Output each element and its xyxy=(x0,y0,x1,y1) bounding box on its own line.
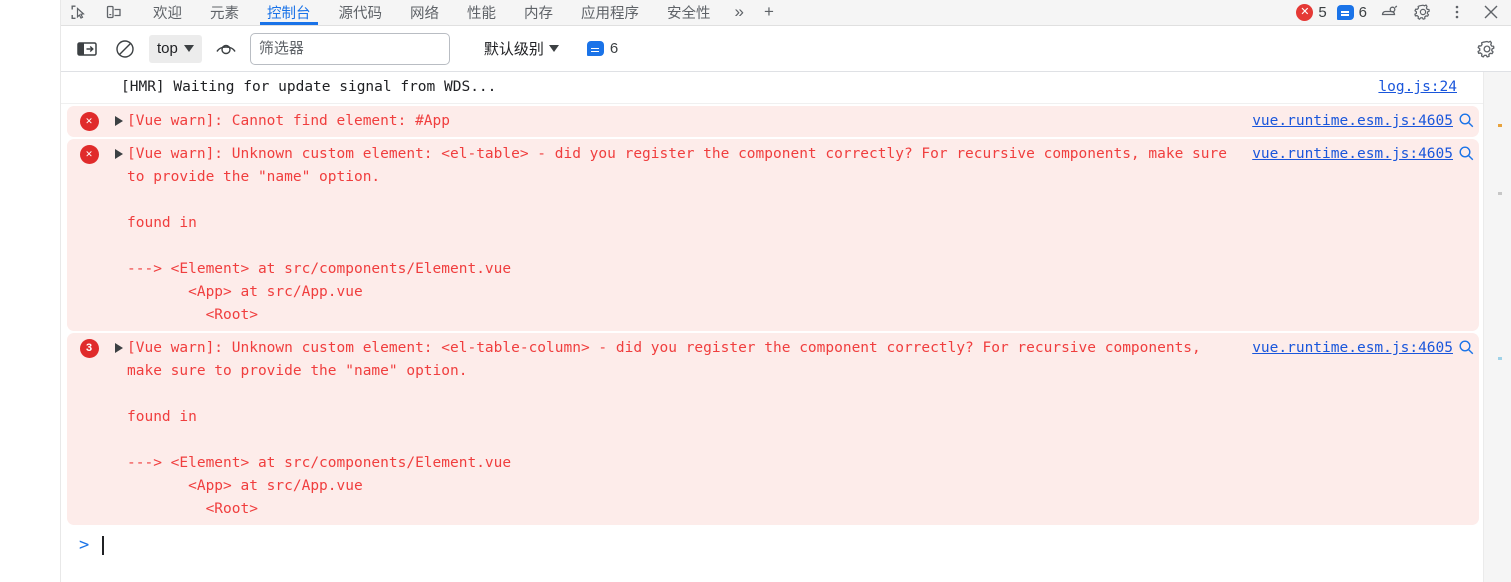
toolbar-message-count-label: 6 xyxy=(609,40,619,57)
execution-context-select[interactable]: top xyxy=(149,34,202,63)
live-expression-icon[interactable] xyxy=(212,35,240,63)
scrollbar-tick xyxy=(1498,192,1502,195)
tab-application[interactable]: 应用程序 xyxy=(567,0,653,25)
devtools-screenshot: 欢迎 元素 控制台 源代码 网络 性能 内存 应用程序 安全性 » + ✕ 5 xyxy=(0,0,1511,582)
error-count-label: 5 xyxy=(1318,3,1327,21)
message-gutter xyxy=(61,76,105,99)
add-panel-plus-icon[interactable]: + xyxy=(754,0,784,25)
tab-label: 性能 xyxy=(467,5,496,22)
prompt-caret-icon: > xyxy=(79,534,90,555)
message-expander-triangle[interactable] xyxy=(111,143,127,327)
error-count-group[interactable]: ✕ 5 xyxy=(1296,3,1327,21)
tab-console[interactable]: 控制台 xyxy=(253,0,325,25)
message-count-label: 6 xyxy=(1358,3,1367,21)
scrollbar-tick xyxy=(1498,357,1502,360)
tabstrip-left-icons xyxy=(61,0,125,25)
message-text: [Vue warn]: Unknown custom element: <el-… xyxy=(127,340,1201,517)
console-message-row[interactable]: 3 [Vue warn]: Unknown custom element: <e… xyxy=(67,333,1479,525)
magnify-icon[interactable] xyxy=(1453,110,1479,133)
cloud-user-icon[interactable] xyxy=(1377,1,1401,23)
message-text: [HMR] Waiting for update signal from WDS… xyxy=(121,79,497,95)
message-count-group[interactable]: 6 xyxy=(1336,3,1367,21)
console-scrollbar[interactable] xyxy=(1483,72,1511,582)
tab-network[interactable]: 网络 xyxy=(396,0,453,25)
magnify-icon[interactable] xyxy=(1453,143,1479,327)
scrollbar-tick xyxy=(1498,124,1502,127)
message-expander-spacer xyxy=(105,76,121,99)
more-tabs-chevron-icon[interactable]: » xyxy=(725,0,754,25)
tab-label: 欢迎 xyxy=(153,5,182,22)
more-tabs-label: » xyxy=(734,2,744,21)
message-text: [Vue warn]: Unknown custom element: <el-… xyxy=(127,146,1227,323)
source-link[interactable]: vue.runtime.esm.js:4605 xyxy=(1252,143,1453,166)
add-panel-label: + xyxy=(763,2,774,21)
log-level-select[interactable]: 默认级别 xyxy=(480,35,563,63)
message-text: [Vue warn]: Cannot find element: #App xyxy=(127,113,451,129)
console-message-row[interactable]: [Vue warn]: Cannot find element: #App vu… xyxy=(67,106,1479,137)
triangle-right-icon xyxy=(115,149,123,159)
triangle-right-icon xyxy=(115,116,123,126)
page-content-gutter xyxy=(0,0,61,582)
tab-label: 应用程序 xyxy=(581,5,639,22)
chevron-down-icon xyxy=(548,45,559,52)
message-gutter xyxy=(67,110,111,133)
triangle-right-icon xyxy=(115,343,123,353)
message-gutter xyxy=(67,143,111,327)
tabstrip-right-group: ✕ 5 6 xyxy=(1296,0,1511,25)
source-link[interactable]: vue.runtime.esm.js:4605 xyxy=(1252,110,1453,133)
tab-label: 控制台 xyxy=(267,5,311,22)
tab-sources[interactable]: 源代码 xyxy=(325,0,397,25)
tab-label: 源代码 xyxy=(338,5,383,22)
console-scroll-area: [HMR] Waiting for update signal from WDS… xyxy=(61,72,1483,582)
inspect-element-icon[interactable] xyxy=(67,2,89,22)
message-expander-triangle[interactable] xyxy=(111,110,127,133)
message-bubble-icon xyxy=(1336,4,1354,20)
tab-label: 网络 xyxy=(410,5,439,22)
error-circle-icon: ✕ xyxy=(1296,3,1314,21)
console-toolbar: top 默认级别 6 xyxy=(61,26,1511,72)
more-vertical-icon[interactable] xyxy=(1445,1,1469,23)
devtools-tabs: 欢迎 元素 控制台 源代码 网络 性能 内存 应用程序 安全性 » + xyxy=(139,0,784,25)
console-message-list: [HMR] Waiting for update signal from WDS… xyxy=(61,72,1511,582)
toolbar-message-count: 6 xyxy=(586,40,619,57)
magnify-icon[interactable] xyxy=(1453,337,1479,521)
console-toolbar-right xyxy=(1473,35,1501,63)
tab-memory[interactable]: 内存 xyxy=(510,0,567,25)
chevron-down-icon xyxy=(183,45,194,52)
message-expander-triangle[interactable] xyxy=(111,337,127,521)
message-gutter: 3 xyxy=(67,337,111,521)
close-icon[interactable] xyxy=(1479,1,1503,23)
device-toolbar-icon[interactable] xyxy=(103,2,125,22)
execution-context-value: top xyxy=(157,40,178,57)
tab-elements[interactable]: 元素 xyxy=(196,0,253,25)
message-bubble-icon xyxy=(586,41,604,56)
tab-performance[interactable]: 性能 xyxy=(453,0,510,25)
source-link[interactable]: vue.runtime.esm.js:4605 xyxy=(1252,337,1453,360)
devtools-tabstrip: 欢迎 元素 控制台 源代码 网络 性能 内存 应用程序 安全性 » + ✕ 5 xyxy=(61,0,1511,26)
log-level-value: 默认级别 xyxy=(483,41,544,58)
tab-label: 元素 xyxy=(210,5,239,22)
prompt-text-cursor xyxy=(102,535,104,555)
devtools-panel: 欢迎 元素 控制台 源代码 网络 性能 内存 应用程序 安全性 » + ✕ 5 xyxy=(61,0,1511,582)
tab-security[interactable]: 安全性 xyxy=(653,0,725,25)
error-count-badge: 3 xyxy=(79,339,99,358)
tab-welcome[interactable]: 欢迎 xyxy=(139,0,196,25)
clear-console-icon[interactable] xyxy=(111,35,139,63)
console-message-row[interactable]: [Vue warn]: Unknown custom element: <el-… xyxy=(67,139,1479,331)
settings-gear-icon[interactable] xyxy=(1411,1,1435,23)
console-prompt-row[interactable]: > xyxy=(61,527,1483,563)
settings-gear-icon[interactable] xyxy=(1473,35,1501,63)
show-console-sidebar-icon[interactable] xyxy=(73,35,101,63)
error-badge-icon xyxy=(79,112,99,131)
error-badge-icon xyxy=(79,145,99,164)
tab-label: 安全性 xyxy=(667,5,711,22)
source-link[interactable]: log.js:24 xyxy=(1378,76,1457,99)
tab-label: 内存 xyxy=(524,5,553,22)
filter-input[interactable] xyxy=(249,32,450,65)
console-message-row[interactable]: [HMR] Waiting for update signal from WDS… xyxy=(61,72,1483,104)
